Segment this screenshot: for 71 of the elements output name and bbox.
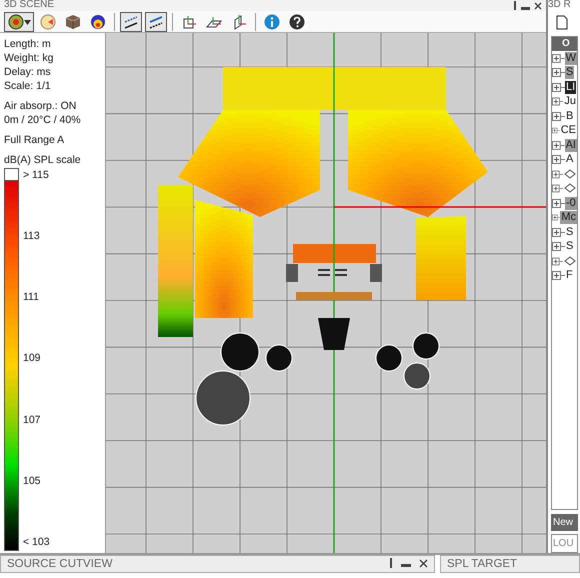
expand-icon[interactable]: [552, 184, 563, 194]
diamond-icon: [564, 183, 576, 194]
diamond-icon: [564, 256, 576, 266]
speaker-cone-icon: [40, 14, 56, 30]
toolbar-button[interactable]: [145, 12, 167, 32]
expand-icon[interactable]: [552, 68, 565, 78]
panel-title: SPL TARGET: [447, 558, 518, 571]
panel-title: 3D SCENE: [4, 0, 54, 11]
scale-label: 113: [23, 229, 41, 244]
expand-icon[interactable]: [552, 155, 565, 164]
scale-label: < 103: [23, 534, 50, 549]
scale-title: dB(A) SPL scale: [4, 153, 82, 167]
pin-icon: [513, 1, 517, 10]
scale-label: 107: [23, 412, 42, 427]
expand-icon[interactable]: [552, 242, 565, 252]
toolbar-button[interactable]: [4, 12, 34, 32]
info-text: Delay: ms: [4, 65, 52, 79]
close-icon: [419, 558, 428, 568]
tree-item[interactable]: AI: [552, 138, 577, 153]
close-icon: [534, 2, 542, 10]
target-icon: [8, 14, 24, 30]
expand-icon[interactable]: [552, 256, 563, 266]
scale-label: 111: [23, 290, 40, 304]
frame-axis-icon: [181, 14, 197, 30]
expand-icon[interactable]: [552, 228, 565, 237]
dashed-lines-icon: [123, 14, 139, 30]
tree-item[interactable]: S: [552, 225, 577, 240]
scale-label: 105: [23, 474, 42, 488]
scale-label: 109: [23, 351, 42, 366]
expand-icon[interactable]: [552, 112, 565, 121]
tree-item[interactable]: S: [552, 240, 577, 254]
panel-title: SOURCE CUTVIEW: [7, 558, 112, 571]
tree-item[interactable]: -0: [552, 196, 577, 211]
tree-item[interactable]: W: [552, 51, 577, 66]
scale-label: > 115: [23, 168, 50, 182]
overflow-swatch: [4, 168, 19, 181]
source-name: Full Range A: [4, 133, 66, 147]
tree-item[interactable]: CE: [552, 124, 577, 138]
tree-item[interactable]: F: [552, 268, 577, 284]
diamond-icon: [564, 168, 576, 179]
tree-header: O: [552, 37, 577, 52]
tree-item[interactable]: Ju: [552, 94, 577, 110]
expand-icon[interactable]: [552, 82, 565, 92]
panel-tab[interactable]: LOU: [551, 534, 578, 553]
expand-icon[interactable]: [552, 271, 565, 280]
info-text: Scale: 1/1: [4, 79, 52, 93]
expand-icon[interactable]: [552, 170, 563, 179]
info-icon: [264, 14, 280, 30]
dashed-lines-icon: [148, 14, 164, 30]
expand-icon[interactable]: [552, 126, 560, 136]
cube-icon: [65, 14, 81, 30]
info-text: Weight: kg: [4, 51, 54, 65]
toolbar-button[interactable]: [120, 12, 142, 32]
tree-item[interactable]: S: [552, 66, 577, 80]
expand-icon[interactable]: [552, 213, 560, 222]
document-icon: [556, 15, 568, 30]
new-button[interactable]: New: [551, 514, 578, 531]
expand-icon[interactable]: [552, 54, 565, 63]
expand-icon[interactable]: [552, 140, 565, 150]
pin-icon: [389, 558, 393, 568]
info-text: 0m / 20°C / 40%: [4, 113, 82, 127]
layered-circle-icon: [90, 14, 106, 30]
panel-title: 3D R: [548, 0, 572, 11]
expand-icon[interactable]: [552, 198, 565, 208]
tree-item[interactable]: A: [552, 152, 577, 168]
info-text: Length: m: [4, 37, 52, 51]
tree-item[interactable]: LI: [552, 80, 577, 95]
info-text: Air absorp.: ON: [4, 99, 78, 113]
tree-item[interactable]: B: [552, 109, 577, 124]
expand-icon[interactable]: [552, 97, 564, 106]
help-icon: [289, 14, 305, 30]
